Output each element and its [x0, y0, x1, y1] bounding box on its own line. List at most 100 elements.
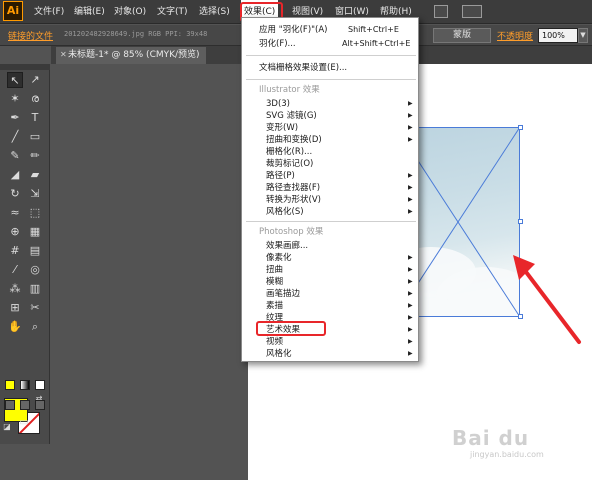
eraser-tool-icon[interactable]: ▰ [27, 167, 43, 183]
panel-grip[interactable] [0, 64, 50, 70]
menu-item-svg-filters[interactable]: SVG 滤镜(G) ▶ [242, 110, 418, 122]
menu-item-label: 画笔描边 [266, 289, 301, 299]
hand-tool-icon[interactable]: ✋ [7, 319, 23, 335]
submenu-arrow-icon: ▶ [408, 278, 413, 285]
scale-tool-icon[interactable]: ⇲ [27, 186, 43, 202]
menu-type[interactable]: 文字(T) [155, 0, 190, 24]
document-tab[interactable]: 未标题-1* @ 85% (CMYK/预览) [56, 47, 206, 64]
rectangle-tool-icon[interactable]: ▭ [27, 129, 43, 145]
submenu-arrow-icon: ▶ [408, 314, 413, 321]
menu-item-warp[interactable]: 变形(W) ▶ [242, 122, 418, 134]
draw-behind-icon[interactable] [20, 400, 30, 410]
menu-item-pixelate[interactable]: 像素化 ▶ [242, 252, 418, 264]
menu-item-label: 素描 [266, 301, 284, 311]
direct-selection-tool-icon[interactable]: ↗ [27, 72, 43, 88]
menu-item-effect-gallery[interactable]: 效果画廊... [242, 240, 418, 252]
close-tab-icon[interactable]: ✕ [60, 50, 67, 59]
default-colors-icon[interactable]: ◪ [2, 422, 12, 432]
menu-item-label: 扭曲 [266, 265, 284, 275]
menu-item-raster-settings[interactable]: 文档栅格效果设置(E)... [242, 62, 418, 74]
menu-item-apply-last-effect[interactable]: 应用 "羽化(F)"(A) Shift+Ctrl+E [242, 24, 418, 36]
menu-item-label: 羽化(F)... [259, 39, 296, 49]
pencil-tool-icon[interactable]: ✏ [27, 148, 43, 164]
menu-object[interactable]: 对象(O) [112, 0, 148, 24]
menu-item-path[interactable]: 路径(P) ▶ [242, 170, 418, 182]
menu-separator [246, 55, 416, 56]
submenu-arrow-icon: ▶ [408, 196, 413, 203]
warp-tool-icon[interactable]: ≈ [7, 205, 23, 221]
screen-mode-icon[interactable]: ▭ [15, 416, 33, 430]
line-tool-icon[interactable]: ╱ [7, 129, 23, 145]
lasso-tool-icon[interactable]: ര [27, 91, 43, 107]
menu-file[interactable]: 文件(F) [32, 0, 66, 24]
zoom-tool-icon[interactable]: ⌕ [27, 319, 43, 335]
mask-button[interactable]: 蒙版 [433, 28, 491, 43]
menu-item-stylize-ps[interactable]: 风格化 ▶ [242, 348, 418, 360]
menu-item-artistic[interactable]: 艺术效果 ▶ [242, 324, 418, 336]
submenu-arrow-icon: ▶ [408, 184, 413, 191]
artboard-tool-icon[interactable]: ⊞ [7, 300, 23, 316]
rotate-tool-icon[interactable]: ↻ [7, 186, 23, 202]
menu-item-stylize-ai[interactable]: 风格化(S) ▶ [242, 206, 418, 218]
selection-tool-icon[interactable]: ↖ [7, 72, 23, 88]
type-tool-icon[interactable]: T [27, 110, 43, 126]
menu-item-distort-transform[interactable]: 扭曲和变换(D) ▶ [242, 134, 418, 146]
none-mode-icon[interactable] [35, 380, 45, 390]
shape-builder-tool-icon[interactable]: ⊕ [7, 224, 23, 240]
draw-inside-icon[interactable] [35, 400, 45, 410]
blob-brush-tool-icon[interactable]: ◢ [7, 167, 23, 183]
magic-wand-tool-icon[interactable]: ✶ [7, 91, 23, 107]
paintbrush-tool-icon[interactable]: ✎ [7, 148, 23, 164]
menu-item-texture[interactable]: 纹理 ▶ [242, 312, 418, 324]
menu-item-label: 风格化 [266, 349, 292, 359]
menu-item-distort[interactable]: 扭曲 ▶ [242, 264, 418, 276]
bridge-icon[interactable] [434, 5, 448, 18]
eyedropper-tool-icon[interactable]: ⁄ [7, 262, 23, 278]
blend-tool-icon[interactable]: ◎ [27, 262, 43, 278]
free-transform-tool-icon[interactable]: ⬚ [27, 205, 43, 221]
menu-separator [246, 221, 416, 222]
submenu-arrow-icon: ▶ [408, 266, 413, 273]
menu-item-label: 裁剪标记(O) [266, 159, 314, 169]
photoshop-effects-header: Photoshop 效果 [259, 227, 324, 237]
menu-item-label: 模糊 [266, 277, 284, 287]
draw-normal-icon[interactable] [5, 400, 15, 410]
column-graph-tool-icon[interactable]: ▥ [27, 281, 43, 297]
menu-select[interactable]: 选择(S) [197, 0, 232, 24]
menu-item-label: 路径(P) [266, 171, 295, 181]
linked-file-link[interactable]: 链接的文件 [8, 29, 53, 42]
submenu-arrow-icon: ▶ [408, 136, 413, 143]
menu-item-label: 变形(W) [266, 123, 299, 133]
menu-item-video[interactable]: 视频 ▶ [242, 336, 418, 348]
submenu-arrow-icon: ▶ [408, 112, 413, 119]
menu-item-sketch[interactable]: 素描 ▶ [242, 300, 418, 312]
menu-item-label: 风格化(S) [266, 207, 304, 217]
mesh-tool-icon[interactable]: # [7, 243, 23, 259]
menu-item-crop-marks[interactable]: 裁剪标记(O) [242, 158, 418, 170]
menu-item-rasterize[interactable]: 栅格化(R)... [242, 146, 418, 158]
gradient-tool-icon[interactable]: ▤ [27, 243, 43, 259]
menu-item-brush-strokes[interactable]: 画笔描边 ▶ [242, 288, 418, 300]
opacity-input[interactable]: 100% [538, 28, 578, 43]
menu-item-3d[interactable]: 3D(3) ▶ [242, 98, 418, 110]
menu-item-last-effect[interactable]: 羽化(F)... Alt+Shift+Ctrl+E [242, 38, 418, 50]
gradient-mode-icon[interactable] [20, 380, 30, 390]
opacity-label[interactable]: 不透明度 [497, 29, 533, 42]
menu-edit[interactable]: 编辑(E) [72, 0, 107, 24]
pen-tool-icon[interactable]: ✒ [7, 110, 23, 126]
arrange-documents-icon[interactable] [462, 5, 482, 18]
opacity-dropdown-icon[interactable]: ▼ [578, 28, 588, 43]
menu-item-label: 效果画廊... [266, 241, 309, 251]
color-mode-icon[interactable] [5, 380, 15, 390]
menu-item-blur[interactable]: 模糊 ▶ [242, 276, 418, 288]
menu-item-convert-to-shape[interactable]: 转换为形状(V) ▶ [242, 194, 418, 206]
symbol-sprayer-tool-icon[interactable]: ⁂ [7, 281, 23, 297]
menu-item-pathfinder[interactable]: 路径查找器(F) ▶ [242, 182, 418, 194]
menu-item-label: 艺术效果 [266, 325, 301, 335]
slice-tool-icon[interactable]: ✂ [27, 300, 43, 316]
document-tab-title: 未标题-1* @ 85% (CMYK/预览) [68, 50, 200, 60]
resize-handle[interactable] [518, 219, 523, 224]
perspective-grid-tool-icon[interactable]: ▦ [27, 224, 43, 240]
menu-item-label: 应用 "羽化(F)"(A) [259, 25, 328, 35]
resize-handle[interactable] [518, 125, 523, 130]
